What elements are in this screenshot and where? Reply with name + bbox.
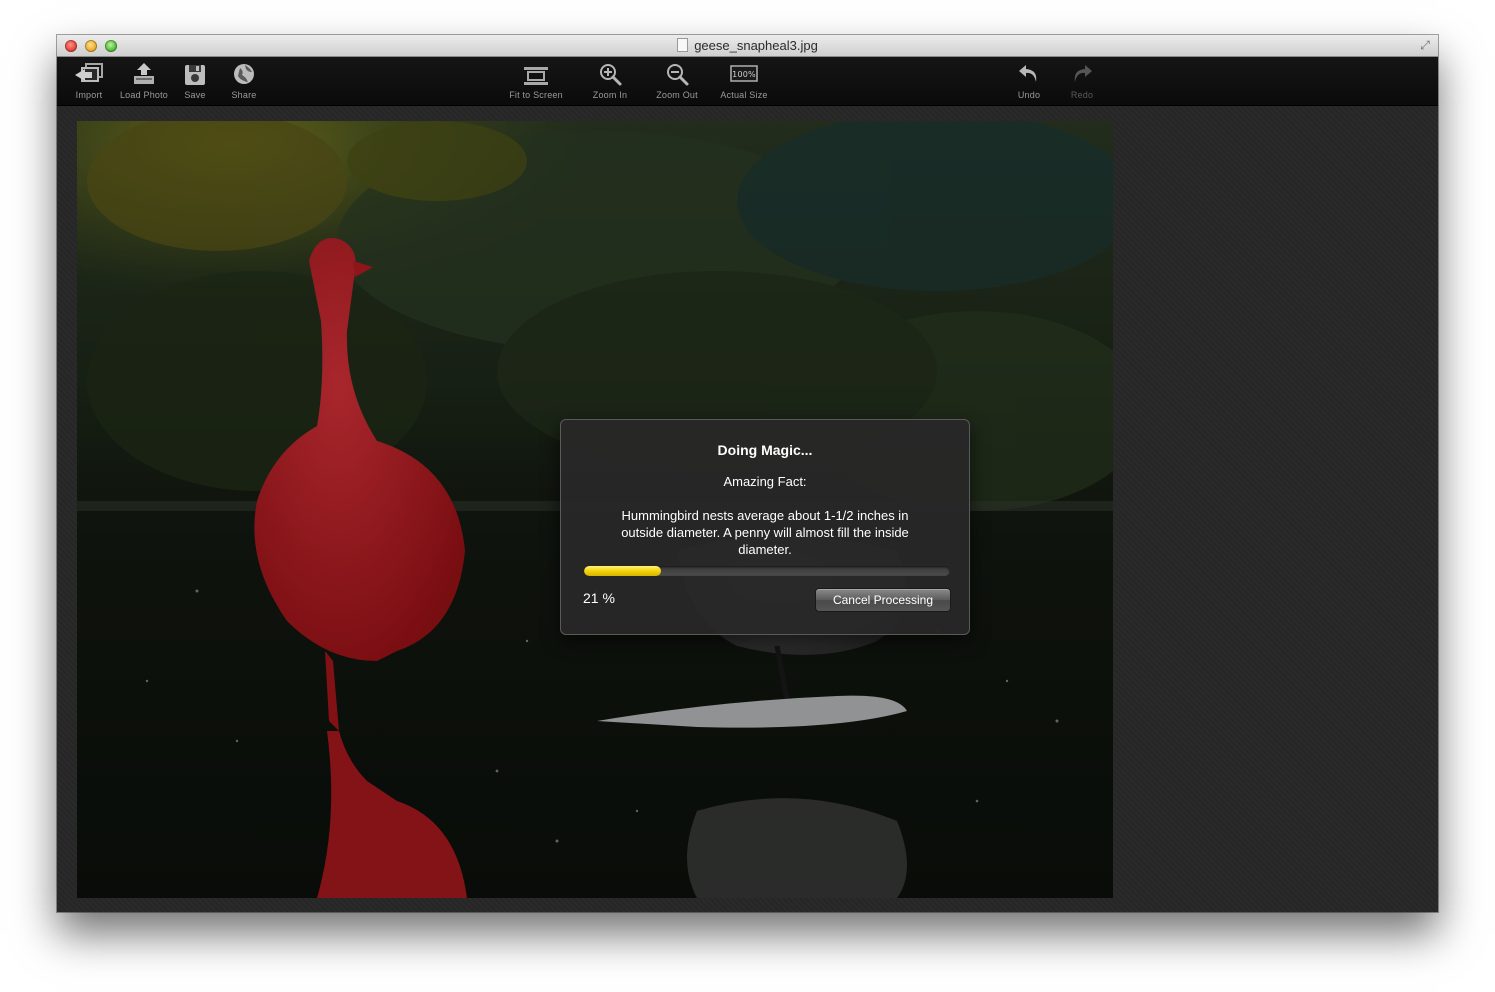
canvas-area[interactable]: Doing Magic... Amazing Fact: Hummingbird… [57,106,1438,912]
load-photo-label: Load Photo [119,90,169,100]
actual-size-icon: 100% [730,65,758,82]
fullscreen-icon[interactable]: ⤢ [1418,38,1432,52]
save-button[interactable]: Save [181,61,209,100]
redo-icon [1074,65,1092,82]
processing-dialog: Doing Magic... Amazing Fact: Hummingbird… [560,419,970,635]
title-bar: geese_snapheal3.jpg ⤢ [57,35,1438,57]
import-button[interactable]: Import [71,61,107,100]
zoom-out-icon [667,64,689,86]
dialog-subtitle: Amazing Fact: [723,474,807,489]
import-label: Import [75,90,103,100]
redo-button[interactable]: Redo [1067,61,1097,100]
actual-size-button[interactable]: 100% Actual Size [718,61,770,100]
toolbar: Import Load Photo Save Share Fit to Scre… [57,57,1438,106]
progress-bar-fill [584,566,661,576]
share-icon [234,64,254,84]
fit-to-screen-icon [524,67,548,85]
amazing-fact-text: Hummingbird nests average about 1-1/2 in… [621,508,909,557]
undo-icon [1019,65,1037,82]
zoom-out-label: Zoom Out [656,90,698,100]
load-photo-icon [134,63,154,84]
zoom-in-icon [600,64,622,86]
share-label: Share [231,90,257,100]
fit-to-screen-label: Fit to Screen [509,90,563,100]
actual-size-badge: 100% [732,70,756,79]
progress-percent: 21 % [583,590,615,606]
share-button[interactable]: Share [227,61,261,100]
actual-size-label: Actual Size [720,90,768,100]
window-title: geese_snapheal3.jpg [694,38,818,53]
window-title-container: geese_snapheal3.jpg [57,35,1438,56]
undo-label: Undo [1017,90,1041,100]
app-window: geese_snapheal3.jpg ⤢ Import Load Photo [57,35,1438,912]
undo-button[interactable]: Undo [1014,61,1044,100]
document-icon [677,38,689,52]
zoom-out-button[interactable]: Zoom Out [653,61,701,100]
import-icon [75,63,103,82]
dialog-title: Doing Magic... [717,442,813,458]
save-icon [185,65,205,85]
zoom-in-label: Zoom In [592,90,628,100]
fit-to-screen-button[interactable]: Fit to Screen [505,61,567,100]
progress-bar [584,566,950,576]
photo-canvas[interactable]: Doing Magic... Amazing Fact: Hummingbird… [77,121,1113,898]
load-photo-button[interactable]: Load Photo [119,61,169,100]
save-label: Save [184,90,206,100]
redo-label: Redo [1070,90,1094,100]
zoom-in-button[interactable]: Zoom In [590,61,630,100]
cancel-processing-button[interactable]: Cancel Processing [815,588,951,612]
